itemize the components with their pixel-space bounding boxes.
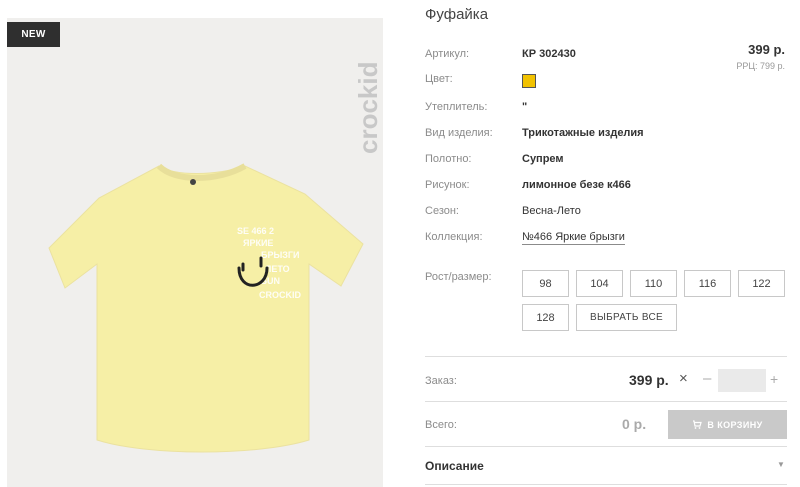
times-icon: × bbox=[679, 370, 688, 387]
quantity-input[interactable] bbox=[718, 369, 766, 392]
attr-fabric-label: Полотно: bbox=[425, 153, 472, 165]
attr-collection-label: Коллекция: bbox=[425, 231, 483, 243]
attr-season-value: Весна-Лето bbox=[522, 205, 581, 217]
size-button-98[interactable]: 98 bbox=[522, 270, 569, 297]
divider bbox=[425, 484, 787, 485]
attr-article-value: КР 302430 bbox=[522, 48, 576, 60]
increase-quantity-button[interactable]: + bbox=[770, 371, 778, 387]
size-button-128[interactable]: 128 bbox=[522, 304, 569, 331]
description-toggle[interactable]: Описание bbox=[425, 459, 484, 473]
attr-print-label: Рисунок: bbox=[425, 179, 470, 191]
svg-text:ЯРКИЕ: ЯРКИЕ bbox=[243, 238, 273, 248]
add-to-cart-button[interactable]: В КОРЗИНУ bbox=[668, 410, 787, 439]
product-price: 399 р. bbox=[748, 42, 785, 57]
decrease-quantity-button[interactable]: – bbox=[703, 370, 711, 387]
attr-print-value: лимонное безе к466 bbox=[522, 179, 631, 191]
collection-link[interactable]: №466 Яркие брызги bbox=[522, 231, 625, 245]
total-value: 0 р. bbox=[622, 416, 647, 432]
svg-text:SE 466 2: SE 466 2 bbox=[237, 226, 274, 236]
attr-type-value: Трикотажные изделия bbox=[522, 127, 644, 139]
product-title: Фуфайка bbox=[425, 6, 489, 23]
add-to-cart-label: В КОРЗИНУ bbox=[707, 419, 763, 430]
rrp-price: РРЦ: 799 р. bbox=[736, 61, 785, 71]
order-label: Заказ: bbox=[425, 375, 457, 387]
select-all-sizes-button[interactable]: ВЫБРАТЬ ВСЕ bbox=[576, 304, 677, 331]
total-label: Всего: bbox=[425, 419, 457, 431]
attr-insulation-value: " bbox=[522, 101, 528, 113]
product-photo[interactable]: SE 466 2 ЯРКИЕ БРЫЗГИ ЛЕТО SUN CROCKID bbox=[7, 18, 383, 487]
brand-logo: crockid bbox=[335, 22, 389, 162]
attr-type-label: Вид изделия: bbox=[425, 127, 493, 139]
tshirt-image: SE 466 2 ЯРКИЕ БРЫЗГИ ЛЕТО SUN CROCKID bbox=[48, 163, 364, 453]
order-price: 399 р. bbox=[629, 372, 669, 388]
attr-insulation-label: Утеплитель: bbox=[425, 101, 488, 113]
new-badge: NEW bbox=[7, 22, 60, 47]
attr-article-label: Артикул: bbox=[425, 48, 470, 60]
cart-icon bbox=[693, 420, 703, 429]
color-swatch[interactable] bbox=[522, 74, 536, 88]
size-button-116[interactable]: 116 bbox=[684, 270, 731, 297]
attr-fabric-value: Супрем bbox=[522, 153, 564, 165]
svg-text:БРЫЗГИ: БРЫЗГИ bbox=[261, 250, 300, 260]
svg-text:CROCKID: CROCKID bbox=[259, 290, 301, 300]
divider bbox=[425, 356, 787, 357]
size-button-104[interactable]: 104 bbox=[576, 270, 623, 297]
size-label: Рост/размер: bbox=[425, 271, 492, 283]
attr-color-label: Цвет: bbox=[425, 73, 453, 85]
divider bbox=[425, 446, 787, 447]
size-button-110[interactable]: 110 bbox=[630, 270, 677, 297]
svg-text:ЛЕТО: ЛЕТО bbox=[265, 264, 290, 274]
attr-season-label: Сезон: bbox=[425, 205, 459, 217]
brand-logo-text: crockid bbox=[353, 62, 383, 155]
size-button-122[interactable]: 122 bbox=[738, 270, 785, 297]
chevron-down-icon[interactable]: ▼ bbox=[777, 460, 785, 469]
divider bbox=[425, 401, 787, 402]
